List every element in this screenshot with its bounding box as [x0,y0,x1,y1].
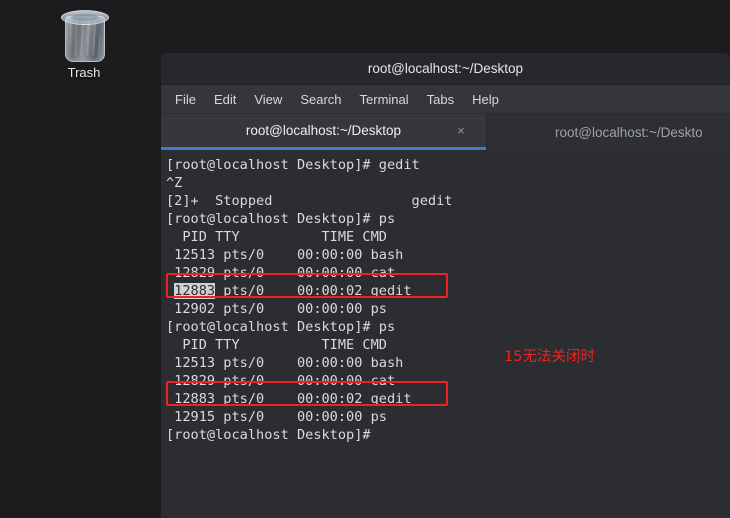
window-title-bar[interactable]: root@localhost:~/Desktop [161,53,730,85]
desktop-icon-trash[interactable]: Trash [48,6,120,80]
annotation-note: 15无法关闭时 [504,349,595,365]
trash-lid [61,10,109,25]
desktop-icon-label: Trash [67,65,101,80]
tab-bar[interactable]: root@localhost:~/Desktop × root@localhos… [161,114,730,150]
tab-inactive[interactable]: root@localhost:~/Deskto [486,114,730,150]
menu-item-terminal[interactable]: Terminal [351,89,418,110]
menu-item-tabs[interactable]: Tabs [418,89,463,110]
menu-item-search[interactable]: Search [291,89,350,110]
menu-item-view[interactable]: View [245,89,291,110]
tab-label: root@localhost:~/Desktop [245,123,402,138]
tab-label: root@localhost:~/Deskto [555,124,703,140]
window-title: root@localhost:~/Desktop [367,61,524,76]
desktop-background: Trash root@localhost:~/Desktop File Edit… [0,0,730,518]
menu-item-help[interactable]: Help [463,89,508,110]
close-icon[interactable]: × [454,123,468,138]
terminal-window[interactable]: root@localhost:~/Desktop File Edit View … [161,53,730,518]
selected-pid: 12883 [174,283,216,299]
tab-active[interactable]: root@localhost:~/Desktop × [161,114,486,150]
menu-item-edit[interactable]: Edit [205,89,245,110]
trash-bin-icon [59,6,109,62]
menu-bar[interactable]: File Edit View Search Terminal Tabs Help [161,85,730,114]
menu-item-file[interactable]: File [166,89,205,110]
terminal-text: [root@localhost Desktop]# gedit ^Z [2]+ … [166,157,453,443]
terminal-output-area[interactable]: [root@localhost Desktop]# gedit ^Z [2]+ … [161,150,730,518]
